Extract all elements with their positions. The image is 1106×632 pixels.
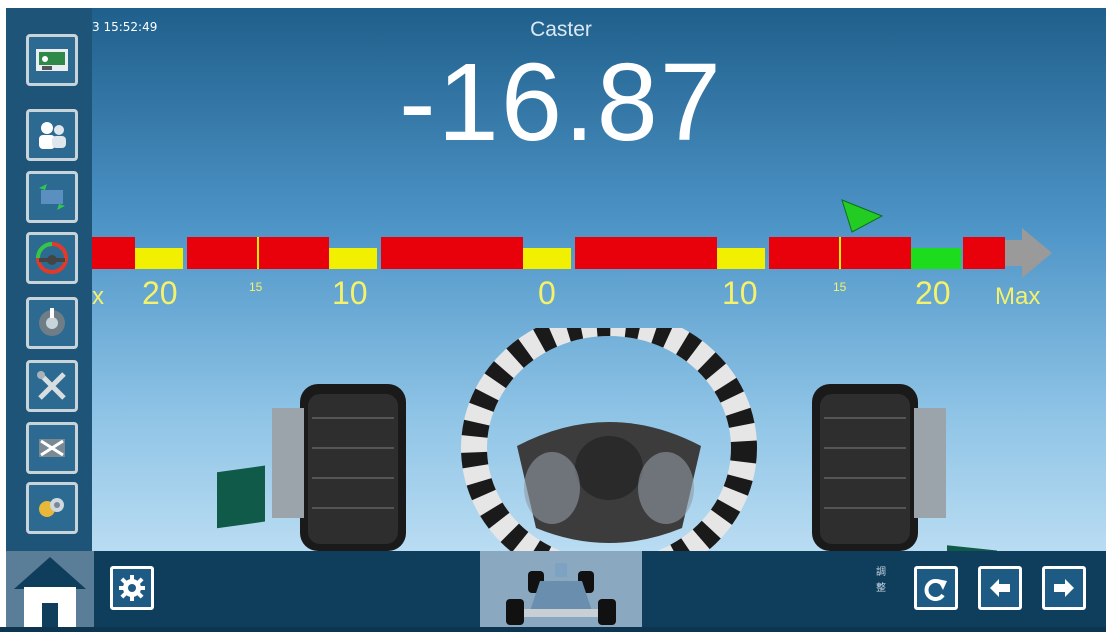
home-icon (14, 557, 86, 627)
customer-icon (39, 122, 66, 149)
sidebar-item-vehicle-data[interactable] (26, 34, 78, 86)
vehicle-top-view-icon (506, 563, 616, 625)
tick-label: 10 (722, 275, 758, 311)
steering-wheel-icon (36, 242, 68, 274)
page-title: Caster (530, 18, 592, 41)
tick-label: 20 (142, 275, 178, 311)
sidebar-item-steering[interactable] (26, 232, 78, 284)
sidebar-item-adjustment[interactable] (26, 422, 78, 474)
tools-icon (37, 371, 66, 400)
sidebar-item-measurement[interactable] (26, 297, 78, 349)
measurement-value: -16.87 (399, 41, 723, 164)
settings-button[interactable] (110, 566, 154, 610)
steering-wheel (461, 328, 757, 551)
rotate-arrow-icon (924, 579, 947, 601)
vehicle-data-icon (36, 49, 68, 71)
wheel-steering-illustration (217, 328, 997, 551)
tick-label: 15 (249, 280, 263, 294)
tick-label: 0 (538, 275, 556, 311)
left-wheel (217, 384, 406, 551)
vehicle-thumbnail[interactable] (480, 551, 642, 627)
bottom-toolbar: 調 整 (6, 551, 1106, 627)
adjustment-icon (39, 439, 65, 457)
sidebar-item-runout-compensation[interactable] (26, 171, 78, 223)
tick-label: 20 (915, 275, 951, 311)
tick-label: 10 (332, 275, 368, 311)
value-pointer (841, 199, 884, 233)
scale-bar (92, 228, 1052, 278)
app-window: 3 15:52:49 Caster -16.87 x 20 15 10 0 10… (0, 0, 1106, 627)
measurement-icon (39, 308, 65, 336)
home-button[interactable] (6, 551, 94, 627)
tick-label: 15 (833, 280, 847, 294)
tick-label: Max (995, 283, 1040, 310)
runout-compensation-icon (39, 184, 65, 210)
extras-icon (39, 498, 64, 517)
measurement-view: 3 15:52:49 Caster -16.87 x 20 15 10 0 10… (92, 8, 1106, 551)
next-button[interactable] (1042, 566, 1086, 610)
sidebar-item-tools[interactable] (26, 360, 78, 412)
adjust-label: 調 整 (876, 567, 886, 594)
sidebar (6, 8, 92, 551)
arrow-right-icon (1054, 579, 1074, 597)
sidebar-item-extras[interactable] (26, 482, 78, 534)
redo-button[interactable] (914, 566, 958, 610)
caster-scale: x 20 15 10 0 10 15 20 Max (92, 199, 1052, 311)
right-wheel (812, 384, 997, 551)
gear-icon (119, 575, 145, 601)
tick-label: x (92, 283, 104, 310)
arrow-left-icon (990, 579, 1010, 597)
sidebar-item-customer[interactable] (26, 109, 78, 161)
previous-button[interactable] (978, 566, 1022, 610)
